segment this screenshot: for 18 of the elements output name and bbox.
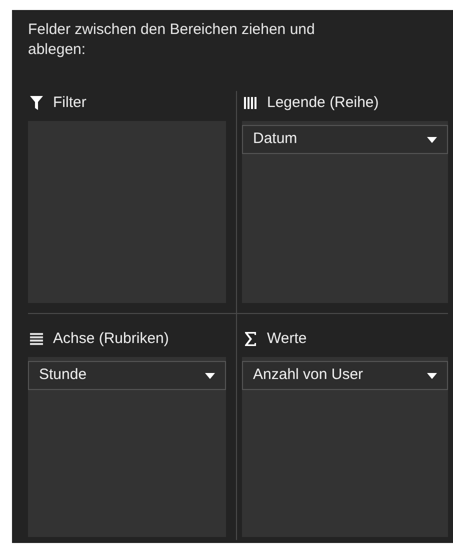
field-dropdown[interactable]: Datum <box>242 125 448 154</box>
area-label: Filter <box>53 92 86 113</box>
caret-icon <box>205 372 215 378</box>
columns-icon <box>244 97 257 109</box>
area-label: Werte <box>267 328 307 349</box>
field-dropdown[interactable]: Stunde <box>28 361 226 390</box>
drop-area[interactable]: Stunde <box>28 357 226 537</box>
instruction-text: Felder zwischen den Bereichen ziehen und ablegen: <box>28 20 316 60</box>
area-label: Legende (Reihe) <box>267 92 379 113</box>
filter-icon <box>30 96 43 110</box>
sigma-icon <box>244 332 257 346</box>
caret-icon <box>427 372 437 378</box>
rows-icon <box>30 333 43 345</box>
drop-area[interactable]: Anzahl von User <box>242 357 448 537</box>
field-dropdown[interactable]: Anzahl von User <box>242 361 448 390</box>
drop-area[interactable]: Datum <box>242 121 448 303</box>
caret-icon <box>427 136 437 142</box>
area-label: Achse (Rubriken) <box>53 328 169 349</box>
